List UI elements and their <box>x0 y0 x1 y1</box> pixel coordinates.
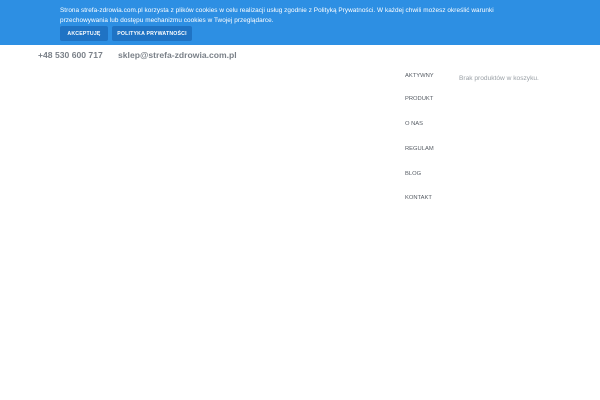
page: Strona strefa-zdrowia.com.pl korzysta z … <box>0 0 600 400</box>
nav-item-regulamin[interactable]: REGULAM <box>405 146 434 152</box>
nav-item-o-nas[interactable]: O NAS <box>405 121 423 127</box>
cookie-banner: Strona strefa-zdrowia.com.pl korzysta z … <box>0 0 600 45</box>
nav-item-produkty[interactable]: PRODUKT <box>405 96 433 102</box>
contact-phone[interactable]: +48 530 600 717 <box>38 50 103 60</box>
privacy-policy-button[interactable]: POLITYKA PRYWATNOŚCI <box>112 26 192 41</box>
accept-cookies-button[interactable]: AKCEPTUJĘ <box>60 26 108 41</box>
nav-item-blog[interactable]: BLOG <box>405 171 421 177</box>
nav-item-aktywny[interactable]: AKTYWNY <box>405 73 434 79</box>
contact-email[interactable]: sklep@strefa-zdrowia.com.pl <box>118 50 237 60</box>
nav-item-kontakt[interactable]: KONTAKT <box>405 195 432 201</box>
cookie-notice-text: Strona strefa-zdrowia.com.pl korzysta z … <box>60 7 494 24</box>
cart-empty-message: Brak produktów w koszyku. <box>459 75 539 82</box>
